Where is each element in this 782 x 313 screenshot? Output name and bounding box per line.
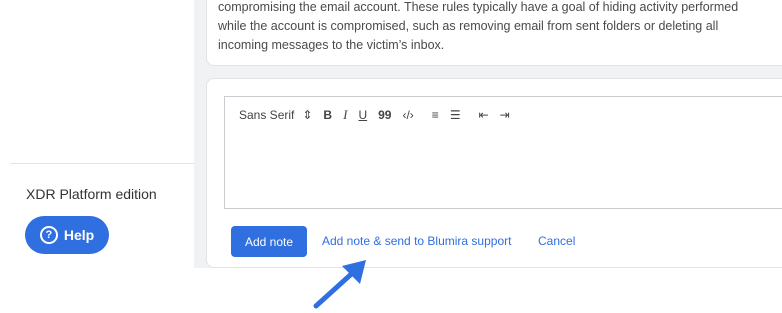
help-button-label: Help	[63, 227, 95, 243]
cancel-link[interactable]: Cancel	[538, 234, 575, 248]
bold-button[interactable]: B	[323, 108, 332, 122]
sidebar: XDR Platform edition ? Help	[0, 0, 194, 311]
help-button[interactable]: ? Help	[25, 216, 109, 254]
ordered-list-icon[interactable]: ≡	[432, 108, 439, 122]
rule-description: compromising the email account. These ru…	[218, 0, 739, 52]
underline-button[interactable]: U	[358, 108, 367, 122]
font-select[interactable]: Sans Serif	[239, 108, 294, 122]
indent-icon[interactable]: ⇥	[500, 108, 510, 122]
add-note-button[interactable]: Add note	[231, 226, 307, 257]
edition-label: XDR Platform edition	[26, 186, 157, 202]
editor-text-area[interactable]	[225, 133, 782, 208]
sidebar-divider	[10, 163, 194, 164]
annotation-arrow-icon	[313, 260, 366, 309]
outdent-icon[interactable]: ⇤	[479, 108, 489, 122]
question-circle-icon: ?	[39, 226, 58, 244]
add-note-send-support-link[interactable]: Add note & send to Blumira support	[322, 234, 511, 248]
editor-toolbar: Sans Serif ⇕ B I U 99 ‹/› ≡ ☰ ⇤ ⇥	[225, 97, 782, 133]
font-select-caret-icon[interactable]: ⇕	[302, 108, 312, 122]
note-editor: Sans Serif ⇕ B I U 99 ‹/› ≡ ☰ ⇤ ⇥	[224, 96, 782, 209]
italic-button[interactable]: I	[343, 107, 347, 123]
blockquote-icon[interactable]: 99	[378, 108, 391, 122]
bullet-list-icon[interactable]: ☰	[450, 108, 461, 122]
code-icon[interactable]: ‹/›	[402, 108, 413, 122]
